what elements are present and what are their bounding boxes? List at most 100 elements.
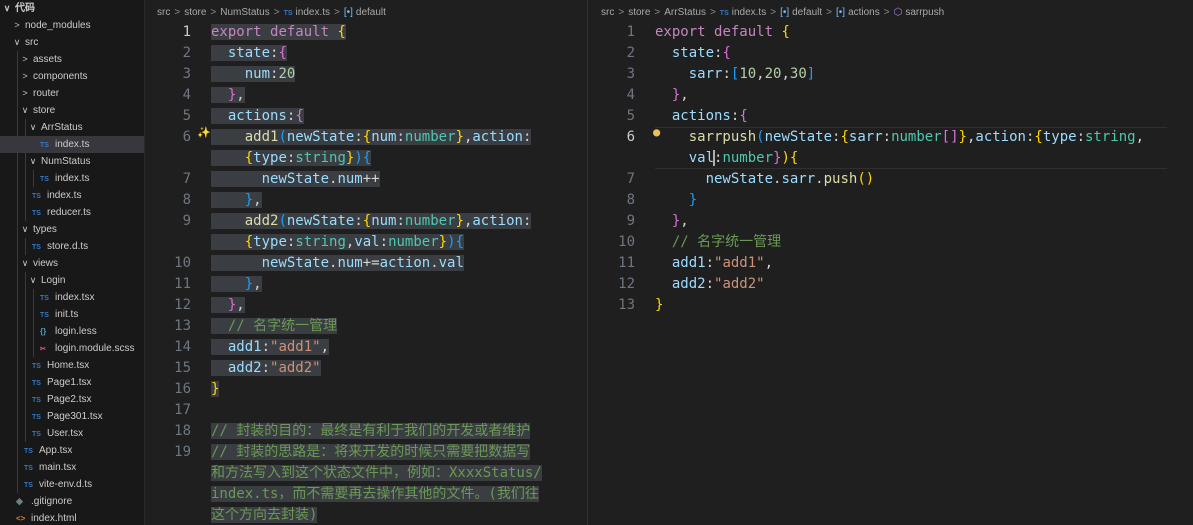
indent-guide	[25, 136, 26, 153]
chevron-down-icon: ∨	[21, 105, 29, 115]
chevron-down-icon: ∨	[29, 122, 37, 132]
indent-guide	[25, 187, 26, 204]
indent-guide	[25, 323, 26, 340]
chevron-right-icon: >	[210, 7, 217, 18]
breadcrumb-item[interactable]: actions	[848, 7, 880, 18]
tree-file[interactable]: TS App.tsx	[0, 442, 144, 459]
indent-guide	[25, 170, 26, 187]
tree-file[interactable]: TS Page301.tsx	[0, 408, 144, 425]
tree-item-label: NumStatus	[41, 156, 91, 167]
tree-file[interactable]: {} login.less	[0, 323, 144, 340]
typescript-file-icon: TS	[719, 10, 729, 17]
line-number: 8	[182, 192, 191, 208]
chevron-right-icon: >	[22, 71, 28, 81]
tree-file[interactable]: TS Page2.tsx	[0, 391, 144, 408]
tree-folder[interactable]: > router	[0, 85, 144, 102]
tree-file[interactable]: TS reducer.ts	[0, 204, 144, 221]
tree-file[interactable]: TS Home.tsx	[0, 357, 144, 374]
breadcrumb-item[interactable]: index.ts	[296, 7, 330, 18]
tree-file[interactable]: <> index.html	[0, 510, 144, 525]
tree-file[interactable]: TS index.tsx	[0, 289, 144, 306]
tree-file[interactable]: ◆ .gitignore	[0, 493, 144, 510]
line-number: 2	[626, 45, 635, 61]
code-line: {type:string}){	[211, 148, 372, 169]
quick-fix-icon[interactable]: ✨	[197, 126, 211, 139]
indent-guide	[17, 425, 18, 442]
breadcrumb-item[interactable]: src	[157, 7, 170, 18]
code-line: newState.num+=action.val	[211, 253, 464, 274]
breadcrumb-item[interactable]: sarrpush	[905, 7, 944, 18]
tree-folder[interactable]: ∨ store	[0, 102, 144, 119]
breadcrumb-item[interactable]: src	[601, 7, 614, 18]
tree-file[interactable]: TS Page1.tsx	[0, 374, 144, 391]
tree-item-label: index.html	[31, 513, 77, 524]
explorer-root-label: 代码	[15, 3, 35, 14]
tree-folder[interactable]: ∨ Login	[0, 272, 144, 289]
breadcrumb-item[interactable]: store	[184, 7, 206, 18]
code-area-left[interactable]: 1 2 3 4 5 6 7 8 9 10 11 12 13 14 15 16 1…	[145, 22, 587, 525]
breadcrumb-item[interactable]: store	[628, 7, 650, 18]
chevron-right-icon: >	[826, 7, 832, 18]
line-number: 11	[174, 276, 191, 292]
editor-right[interactable]: src > store > ArrStatus > TS index.ts > [•] defaul…	[589, 0, 1193, 525]
breadcrumb-item[interactable]: default	[792, 7, 822, 18]
indent-guide	[33, 289, 34, 306]
tree-file[interactable]: TS store.d.ts	[0, 238, 144, 255]
tree-folder[interactable]: > assets	[0, 51, 144, 68]
tree-file[interactable]: TS vite-env.d.ts	[0, 476, 144, 493]
tree-folder[interactable]: ∨ src	[0, 34, 144, 51]
typescript-file-icon: TS	[32, 244, 41, 251]
editor-left[interactable]: src > store > NumStatus > TS index.ts > [•] defaul…	[145, 0, 588, 525]
tree-folder[interactable]: > components	[0, 68, 144, 85]
line-number: 1	[626, 24, 635, 40]
explorer-root[interactable]: ∨ 代码	[0, 0, 144, 17]
indent-guide	[25, 238, 26, 255]
code-line: actions:{	[211, 106, 304, 127]
breadcrumb-item[interactable]: NumStatus	[220, 7, 269, 18]
tree-folder[interactable]: > node_modules	[0, 17, 144, 34]
chevron-right-icon: >	[174, 7, 181, 18]
tree-file[interactable]: ✂ login.module.scss	[0, 340, 144, 357]
tree-item-label: vite-env.d.ts	[39, 479, 93, 490]
breadcrumb-item[interactable]: index.ts	[732, 7, 766, 18]
typescript-file-icon: TS	[24, 448, 33, 455]
tree-file[interactable]: TS index.ts	[0, 187, 144, 204]
indent-guide	[25, 119, 26, 136]
tree-file[interactable]: TS User.tsx	[0, 425, 144, 442]
breadcrumb-item[interactable]: ArrStatus	[664, 7, 706, 18]
tree-folder[interactable]: ∨ ArrStatus	[0, 119, 144, 136]
tree-folder[interactable]: ∨ types	[0, 221, 144, 238]
indent-guide	[25, 289, 26, 306]
code-area-right[interactable]: 1 2 3 4 5 6 7 8 9 10 11 12 13 ● export d…	[589, 22, 1193, 525]
tree-item-label: Page301.tsx	[47, 411, 103, 422]
code-line: num:20	[211, 64, 296, 85]
file-explorer: ∨ 代码 > node_modules ∨ src > assets > components >…	[0, 0, 145, 525]
code-line: newState.sarr.push()	[705, 171, 875, 187]
indent-guide	[17, 85, 18, 102]
code-line: export default {	[655, 24, 790, 40]
code-line: },	[211, 190, 262, 211]
code-line: actions:{	[671, 108, 748, 124]
breadcrumb-item[interactable]: default	[356, 7, 386, 18]
tree-folder[interactable]: ∨ views	[0, 255, 144, 272]
indent-guide	[17, 238, 18, 255]
tree-item-label: index.ts	[55, 139, 90, 150]
line-number: 7	[626, 171, 635, 187]
line-number: 14	[174, 339, 191, 355]
indent-guide	[17, 289, 18, 306]
line-number: 3	[626, 66, 635, 82]
indent-guide	[17, 323, 18, 340]
property-symbol-icon: [•]	[836, 7, 846, 18]
tree-item-label: init.ts	[55, 309, 79, 320]
tree-file[interactable]: TS init.ts	[0, 306, 144, 323]
tree-file[interactable]: TS index.ts	[0, 170, 144, 187]
indent-guide	[33, 136, 34, 153]
tree-item-label: components	[33, 71, 88, 82]
tree-folder[interactable]: ∨ NumStatus	[0, 153, 144, 170]
tree-item-label: src	[25, 37, 39, 48]
tree-file[interactable]: TS index.ts	[0, 136, 144, 153]
tree-item-label: index.tsx	[55, 292, 95, 303]
code-line: add1:"add1",	[671, 255, 774, 271]
tree-file[interactable]: TS main.tsx	[0, 459, 144, 476]
chevron-right-icon: >	[654, 7, 661, 18]
